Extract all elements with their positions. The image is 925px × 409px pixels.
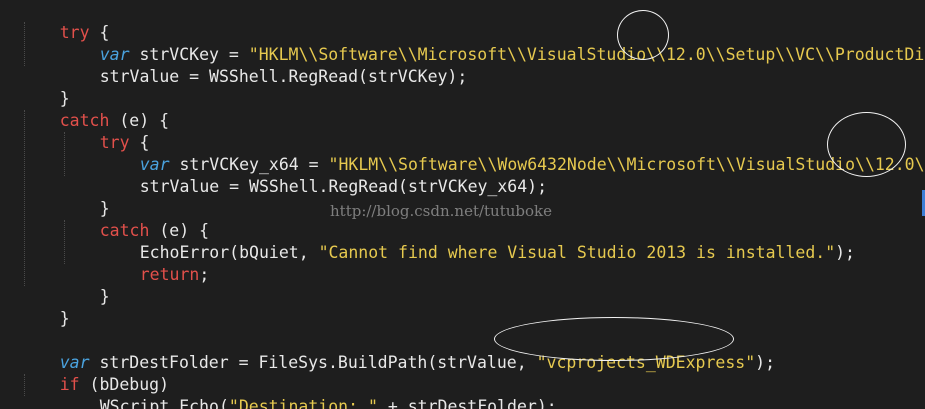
code-line[interactable]: WScript.Echo("Destination: " + strDestFo… bbox=[60, 374, 557, 409]
code-line[interactable]: try { bbox=[20, 0, 110, 42]
code-line[interactable]: var strVCKey_x64 = "HKLM\\Software\\Wow6… bbox=[100, 132, 925, 174]
code-line[interactable]: } bbox=[20, 66, 70, 108]
annotation-circle bbox=[617, 10, 669, 60]
code-line[interactable]: } bbox=[60, 176, 110, 218]
code-line[interactable]: catch (e) { bbox=[20, 88, 169, 130]
code-line[interactable]: } bbox=[60, 264, 110, 306]
code-line[interactable]: return; bbox=[100, 242, 210, 284]
code-text: ); bbox=[835, 243, 855, 262]
code-line[interactable]: EchoError(bQuiet, "Cannot find where Vis… bbox=[100, 220, 855, 262]
code-text: strValue = WSShell.RegRead(strVCKey); bbox=[99, 67, 468, 86]
code-line[interactable]: } bbox=[20, 286, 70, 328]
code-editor[interactable]: try { var strVCKey = "HKLM\\Software\\Mi… bbox=[0, 0, 925, 409]
code-text: ; bbox=[199, 265, 210, 284]
code-line[interactable]: try { bbox=[60, 110, 150, 152]
code-text: } bbox=[99, 287, 110, 306]
annotation-circle bbox=[494, 317, 734, 361]
code-line[interactable]: if (bDebug) bbox=[20, 352, 169, 394]
watermark-text: http://blog.csdn.net/tutuboke bbox=[330, 202, 553, 220]
string-literal: "Cannot find where Visual Studio 2013 is… bbox=[318, 243, 836, 262]
code-line[interactable]: var strVCKey = "HKLM\\Software\\Microsof… bbox=[60, 22, 925, 64]
annotation-circle bbox=[827, 112, 906, 177]
string-literal: "Destination: " bbox=[228, 397, 378, 409]
code-line[interactable]: strValue = WSShell.RegRead(strVCKey_x64)… bbox=[100, 154, 547, 196]
code-line[interactable] bbox=[20, 308, 60, 330]
code-text: ); bbox=[755, 353, 776, 372]
code-line[interactable]: strValue = WSShell.RegRead(strVCKey); bbox=[60, 44, 468, 86]
code-text: strValue = WSShell.RegRead(strVCKey_x64)… bbox=[139, 177, 548, 196]
code-text: WScript.Echo( bbox=[99, 397, 229, 409]
code-text: + strDestFolder); bbox=[377, 397, 557, 409]
code-text: } bbox=[59, 309, 70, 328]
keyword-token: return bbox=[139, 265, 200, 284]
code-line[interactable]: catch (e) { bbox=[60, 198, 209, 240]
